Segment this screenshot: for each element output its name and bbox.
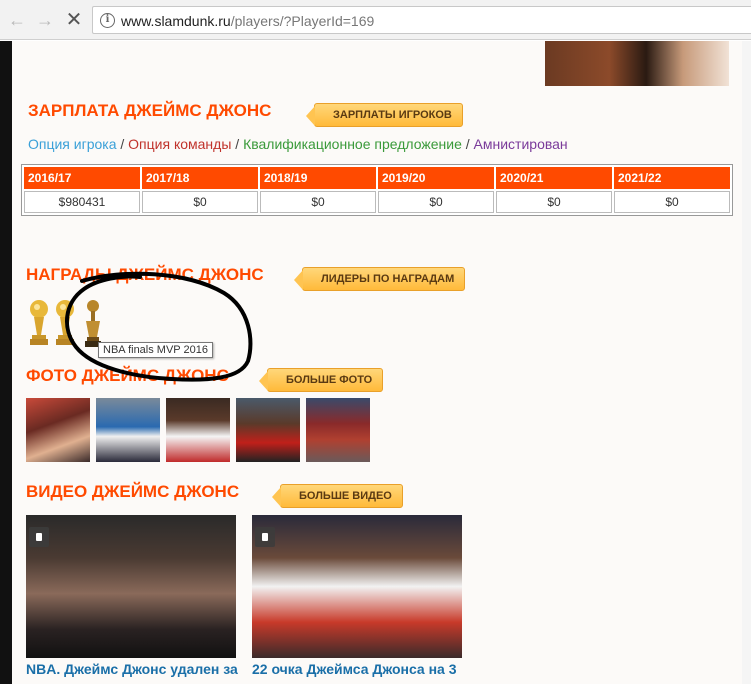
salary-cell: $0 [496, 191, 612, 213]
url-text[interactable]: www.slamdunk.ru/players/?PlayerId=169 [121, 13, 374, 29]
video-thumbnail[interactable] [252, 515, 462, 658]
photo-thumbnail[interactable] [96, 398, 160, 462]
championship-trophy-icon[interactable] [26, 299, 52, 349]
salary-column-header: 2020/21 [496, 167, 612, 189]
salary-column-header: 2017/18 [142, 167, 258, 189]
video-title-link[interactable]: 22 очка Джеймса Джонса на 3 [252, 661, 457, 677]
legend-separator: / [120, 136, 125, 152]
player-page: ЗАРПЛАТА ДЖЕЙМС ДЖОНС ЗАРПЛАТЫ ИГРОКОВ О… [12, 41, 742, 684]
photos-section-title: ФОТО ДЖЕЙМС ДЖОНС [26, 366, 229, 385]
legend-separator: / [235, 136, 240, 152]
salary-cell: $0 [142, 191, 258, 213]
video-thumbnail[interactable] [26, 515, 236, 658]
more-videos-button[interactable]: БОЛЬШЕ ВИДЕО [272, 484, 403, 508]
browser-toolbar: ← → ✕ i www.slamdunk.ru/players/?PlayerI… [0, 0, 751, 40]
video-title-link[interactable]: NBA. Джеймс Джонс удален за [26, 661, 238, 677]
page-left-border [0, 41, 12, 684]
stop-loading-icon[interactable]: ✕ [63, 9, 85, 31]
salary-section-title: ЗАРПЛАТА ДЖЕЙМС ДЖОНС [28, 101, 272, 120]
site-info-icon[interactable]: i [100, 13, 115, 28]
photo-thumbnail[interactable] [26, 398, 90, 462]
championship-trophy-icon[interactable] [52, 299, 78, 349]
back-arrow-icon[interactable]: ← [6, 9, 28, 31]
url-path: /players/?PlayerId=169 [230, 13, 375, 29]
player-header-photo [545, 41, 729, 86]
contract-legend: Опция игрока / Опция команды / Квалифика… [28, 136, 568, 152]
address-bar[interactable]: i www.slamdunk.ru/players/?PlayerId=169 [92, 6, 751, 34]
salary-column-header: 2018/19 [260, 167, 376, 189]
salary-cell: $980431 [24, 191, 140, 213]
salary-cell: $0 [260, 191, 376, 213]
more-photos-button[interactable]: БОЛЬШЕ ФОТО [258, 368, 384, 392]
salary-column-header: 2021/22 [614, 167, 730, 189]
legend-amnestied: Амнистирован [473, 136, 568, 152]
video-play-badge-icon [29, 527, 49, 547]
salary-cell: $0 [378, 191, 494, 213]
url-host: www.slamdunk.ru [121, 13, 231, 29]
salary-cell: $0 [614, 191, 730, 213]
legend-player-option: Опция игрока [28, 136, 117, 152]
page-viewport: ЗАРПЛАТА ДЖЕЙМС ДЖОНС ЗАРПЛАТЫ ИГРОКОВ О… [0, 41, 751, 684]
salary-column-header: 2019/20 [378, 167, 494, 189]
award-tooltip: NBA finals MVP 2016 [98, 342, 213, 358]
photo-thumbnail[interactable] [166, 398, 230, 462]
forward-arrow-icon[interactable]: → [34, 9, 56, 31]
salary-value-row: $980431 $0 $0 $0 $0 $0 [24, 191, 730, 213]
legend-separator: / [465, 136, 470, 152]
awards-section-title: НАГРАДЫ ДЖЕЙМС ДЖОНС [26, 265, 264, 284]
videos-section-title: ВИДЕО ДЖЕЙМС ДЖОНС [26, 482, 240, 501]
salary-table: 2016/17 2017/18 2018/19 2019/20 2020/21 … [21, 164, 733, 216]
scrollbar-track[interactable] [742, 41, 751, 684]
photo-thumbnail[interactable] [306, 398, 370, 462]
legend-qualifying-offer: Квалификационное предложение [243, 136, 462, 152]
award-leaders-button[interactable]: ЛИДЕРЫ ПО НАГРАДАМ [293, 267, 466, 291]
salary-column-header: 2016/17 [24, 167, 140, 189]
player-salaries-button[interactable]: ЗАРПЛАТЫ ИГРОКОВ [306, 103, 463, 127]
legend-team-option: Опция команды [128, 136, 232, 152]
video-play-badge-icon [255, 527, 275, 547]
photo-thumbnail[interactable] [236, 398, 300, 462]
salary-header-row: 2016/17 2017/18 2018/19 2019/20 2020/21 … [24, 167, 730, 189]
